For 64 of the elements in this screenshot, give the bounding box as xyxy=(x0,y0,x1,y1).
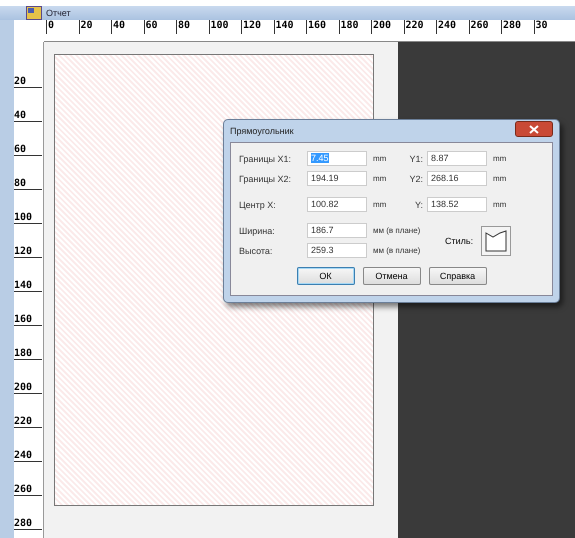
ruler-label: 220 xyxy=(404,20,436,34)
ruler-label: 60 xyxy=(14,122,42,156)
field-label: Y: xyxy=(414,200,424,210)
field-label: Центр X: xyxy=(239,200,277,210)
input-field[interactable]: 138.52 xyxy=(427,197,487,212)
ruler-label: 240 xyxy=(14,428,42,462)
style-label: Стиль: xyxy=(445,236,474,246)
input-field[interactable]: 194.19 xyxy=(307,171,367,186)
dialog-button[interactable]: Отмена xyxy=(362,267,420,285)
ruler-label: 200 xyxy=(371,20,404,34)
unit-label: mm xyxy=(492,200,508,209)
ruler-label: 200 xyxy=(14,360,42,394)
unit-label: мм (в плане) xyxy=(372,226,422,235)
field-label: Границы X2: xyxy=(239,174,292,184)
ruler-label: 0 xyxy=(46,20,78,34)
app-icon xyxy=(26,6,42,20)
ruler-label: 160 xyxy=(306,20,338,34)
style-button[interactable] xyxy=(481,226,512,256)
field-label: Высота: xyxy=(239,246,274,256)
unit-label: mm xyxy=(492,154,508,163)
dialog-button[interactable]: ОК xyxy=(296,267,354,285)
ruler-label: 20 xyxy=(78,20,111,34)
unit-label: mm xyxy=(372,174,388,183)
ruler-label: 20 xyxy=(14,54,42,88)
ruler-label: 80 xyxy=(14,156,42,190)
ruler-label: 100 xyxy=(208,20,241,34)
window-title: Отчет xyxy=(46,8,71,18)
field-label: Y2: xyxy=(408,174,424,184)
ruler-label: 60 xyxy=(144,20,176,34)
shape-style-icon xyxy=(485,230,508,252)
ruler-label: 30 xyxy=(534,20,566,34)
ruler-label: 240 xyxy=(436,20,468,34)
close-button[interactable] xyxy=(515,121,553,137)
ruler-label: 40 xyxy=(14,88,42,122)
input-field[interactable]: 259.3 xyxy=(307,243,367,258)
ruler-label: 180 xyxy=(338,20,371,34)
unit-label: mm xyxy=(372,200,388,209)
ruler-label: 180 xyxy=(14,326,42,360)
ruler-label: 100 xyxy=(14,190,42,224)
ruler-label: 140 xyxy=(274,20,306,34)
ruler-label: 120 xyxy=(241,20,274,34)
ruler-label: 80 xyxy=(176,20,208,34)
input-field[interactable]: 8.87 xyxy=(427,151,487,166)
input-field[interactable]: 186.7 xyxy=(307,223,367,238)
ruler-label: 280 xyxy=(501,20,534,34)
ruler-label: 120 xyxy=(14,224,42,258)
field-label: Ширина: xyxy=(239,226,276,236)
ruler-label: 220 xyxy=(14,394,42,428)
unit-label: мм (в плане) xyxy=(372,246,422,255)
dialog-title: Прямоугольник xyxy=(230,126,294,136)
ruler-label: 160 xyxy=(14,292,42,326)
input-field[interactable]: 268.16 xyxy=(427,171,487,186)
unit-label: mm xyxy=(372,154,388,163)
ruler-label: 140 xyxy=(14,258,42,292)
ruler-label: 260 xyxy=(468,20,501,34)
ruler-label: 260 xyxy=(14,462,42,496)
ruler-label: 280 xyxy=(14,496,42,530)
unit-label: mm xyxy=(492,174,508,183)
input-field[interactable]: 100.82 xyxy=(307,197,367,212)
close-icon xyxy=(529,124,539,134)
ruler-label: 40 xyxy=(111,20,144,34)
field-label: Y1: xyxy=(408,154,424,164)
dialog-button[interactable]: Справка xyxy=(428,267,486,285)
field-label: Границы X1: xyxy=(239,154,292,164)
